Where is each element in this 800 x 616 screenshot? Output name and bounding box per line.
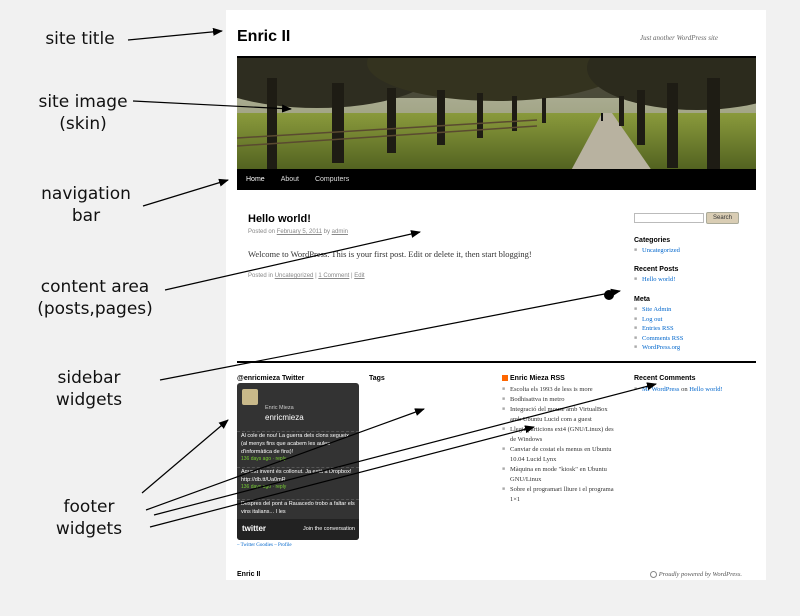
twitter-goodies-link[interactable]: – Twitter Goodies – Profile bbox=[237, 543, 292, 548]
sidebar-categories: Categories Uncategorized bbox=[634, 237, 754, 256]
wordpress-page: Enric II Just another WordPress site Hom… bbox=[226, 10, 766, 580]
rss-item[interactable]: Integració del mouse amb VirtualBox amb … bbox=[502, 405, 620, 425]
rss-widget-title-text[interactable]: Enric Mieza RSS bbox=[510, 375, 565, 382]
rss-item[interactable]: Escolta els 1993 de less is more bbox=[502, 385, 620, 395]
twitter-avatar[interactable] bbox=[242, 389, 258, 405]
nav-item-computers[interactable]: Computers bbox=[312, 174, 352, 185]
recent-comment-item: Mr WordPress on Hello world! bbox=[634, 385, 760, 394]
tweet: Aquest invent és collonut. Ja està a Dro… bbox=[237, 467, 359, 490]
twitter-widget: Enric Mieza enricmieza Al cole de nou! L… bbox=[237, 383, 359, 540]
rss-icon[interactable] bbox=[502, 375, 508, 382]
site-tagline: Just another WordPress site bbox=[640, 34, 718, 42]
tweet: Al cole de nou! La guerra dels clons seg… bbox=[237, 431, 359, 462]
rss-item[interactable]: Bodhisattva in metro bbox=[502, 395, 620, 405]
sidebar-meta-comments-rss[interactable]: Comments RSS bbox=[634, 334, 754, 344]
label-navigation-line2: bar bbox=[71, 206, 101, 226]
label-site-image: site image (skin) bbox=[30, 91, 136, 135]
label-site-image-line2: (skin) bbox=[59, 114, 107, 134]
label-site-title: site title bbox=[45, 29, 115, 49]
label-content-area: content area (posts,pages) bbox=[30, 276, 160, 320]
tweet: Despres del pont a Rauacedo trobo a falt… bbox=[237, 499, 359, 516]
header-image bbox=[237, 58, 756, 178]
rss-item[interactable]: Canviar de costat els menus en Ubuntu 10… bbox=[502, 445, 620, 465]
rss-item[interactable]: Llegir particions ext4 (GNU/Linux) des d… bbox=[502, 425, 620, 445]
rss-widget-title: Enric Mieza RSS bbox=[502, 375, 565, 382]
sidebar-meta-entries-rss[interactable]: Entries RSS bbox=[634, 324, 754, 334]
recent-comments-title: Recent Comments bbox=[634, 375, 696, 382]
label-footer-widgets: footer widgets bbox=[44, 496, 134, 540]
post-footer-separator: | bbox=[315, 273, 317, 279]
twitter-username[interactable]: enricmieza bbox=[265, 413, 304, 422]
sidebar-meta-title: Meta bbox=[634, 296, 650, 303]
label-navigation-line1: navigation bbox=[41, 184, 131, 204]
tweet-text: Aquest invent és collonut. Ja està a Dro… bbox=[241, 469, 352, 483]
label-footer-line1: footer bbox=[63, 497, 115, 517]
twitter-join-link[interactable]: Join the conversation bbox=[303, 526, 355, 532]
sidebar-recent-posts: Recent Posts Hello world! bbox=[634, 266, 754, 285]
post-body: Welcome to WordPress. This is your first… bbox=[248, 249, 532, 259]
powered-by[interactable]: Proudly powered by WordPress. bbox=[649, 571, 742, 579]
post-category-link[interactable]: Uncategorized bbox=[275, 273, 314, 279]
rss-item[interactable]: Màquina en mode "kiosk" en Ubuntu GNU/Li… bbox=[502, 465, 620, 485]
tweet-time[interactable]: 136 days ago · reply bbox=[241, 456, 355, 462]
post-meta-prefix: Posted on bbox=[248, 229, 276, 235]
recent-comment-on: on bbox=[681, 386, 688, 393]
posted-in-label: Posted in bbox=[248, 273, 274, 279]
sidebar-meta: Meta Site Admin Log out Entries RSS Comm… bbox=[634, 296, 754, 353]
label-navigation-bar: navigation bar bbox=[34, 183, 138, 227]
arrow-site-title bbox=[127, 27, 223, 41]
footer-site-title[interactable]: Enric II bbox=[237, 571, 260, 578]
sidebar-recent-post-link[interactable]: Hello world! bbox=[634, 275, 754, 285]
search-input[interactable] bbox=[634, 213, 704, 223]
tags-widget-title: Tags bbox=[369, 375, 385, 382]
label-sidebar-line1: sidebar bbox=[57, 368, 121, 388]
post-author-link[interactable]: admin bbox=[332, 229, 348, 235]
sidebar-meta-log-out[interactable]: Log out bbox=[634, 315, 754, 325]
post-comments-link[interactable]: 1 Comment bbox=[318, 273, 349, 279]
rss-item[interactable]: Sobre el programari lliure i el programa… bbox=[502, 485, 620, 505]
powered-by-text[interactable]: Proudly powered by WordPress. bbox=[659, 571, 742, 578]
post-edit-link[interactable]: Edit bbox=[354, 273, 364, 279]
rss-list: Escolta els 1993 de less is more Bodhisa… bbox=[502, 385, 620, 505]
twitter-widget-title: @enricmieza Twitter bbox=[237, 375, 305, 382]
sidebar-meta-wordpress-org[interactable]: WordPress.org bbox=[634, 343, 754, 353]
post-meta-by: by bbox=[323, 229, 330, 235]
post-title[interactable]: Hello world! bbox=[248, 213, 311, 225]
post-meta: Posted on February 5, 2011 by admin bbox=[248, 229, 348, 235]
label-content-line2: (posts,pages) bbox=[37, 299, 153, 319]
label-content-line1: content area bbox=[40, 277, 150, 297]
header-image-drawing bbox=[237, 58, 756, 178]
label-sidebar-line2: widgets bbox=[55, 390, 123, 410]
tweet-text: Al cole de nou! La guerra dels clons seg… bbox=[241, 433, 349, 455]
recent-comments-list: Mr WordPress on Hello world! bbox=[634, 385, 760, 394]
sidebar-recent-posts-title: Recent Posts bbox=[634, 266, 679, 273]
arrow-navigation-bar bbox=[142, 178, 229, 207]
post-date-link[interactable]: February 5, 2011 bbox=[277, 229, 322, 235]
search-button[interactable]: Search bbox=[706, 212, 739, 224]
tweet-text: Despres del pont a Rauacedo trobo a falt… bbox=[241, 501, 355, 515]
label-site-image-line1: site image bbox=[38, 92, 128, 112]
recent-comment-post-link[interactable]: Hello world! bbox=[689, 386, 722, 393]
sidebar-meta-site-admin[interactable]: Site Admin bbox=[634, 305, 754, 315]
post-footer-separator: | bbox=[351, 273, 353, 279]
label-sidebar-widgets: sidebar widgets bbox=[44, 367, 134, 411]
recent-comment-author-link[interactable]: Mr WordPress bbox=[642, 386, 679, 393]
twitter-widget-bottom: twitter Join the conversation bbox=[237, 519, 359, 540]
tweet-time[interactable]: 136 days ago · reply bbox=[241, 484, 355, 490]
site-title[interactable]: Enric II bbox=[237, 28, 290, 46]
sidebar-categories-title: Categories bbox=[634, 237, 671, 244]
nav-item-home[interactable]: Home bbox=[243, 174, 268, 185]
sidebar-category-link[interactable]: Uncategorized bbox=[634, 246, 754, 256]
navigation-bar: Home About Computers bbox=[237, 169, 756, 190]
wordpress-icon bbox=[649, 571, 657, 579]
nav-item-about[interactable]: About bbox=[278, 174, 302, 185]
post-footer: Posted in Uncategorized | 1 Comment | Ed… bbox=[248, 273, 365, 279]
arrow-footer-widget-twitter bbox=[141, 419, 229, 494]
twitter-logo[interactable]: twitter bbox=[242, 524, 266, 533]
label-footer-line2: widgets bbox=[55, 519, 123, 539]
twitter-display-name: Enric Mieza bbox=[265, 405, 294, 411]
footer-divider bbox=[237, 361, 756, 363]
